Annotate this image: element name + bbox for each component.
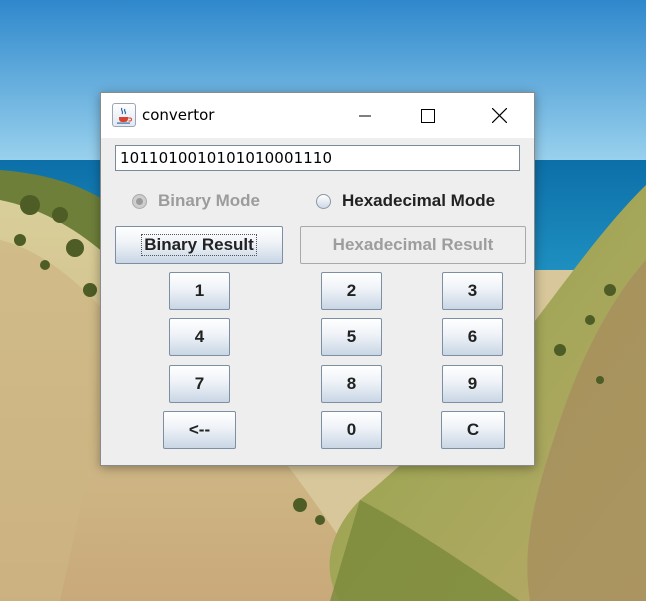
hexadecimal-mode-label: Hexadecimal Mode [342, 191, 496, 210]
key-4-button[interactable]: 4 [169, 318, 230, 356]
binary-mode-radio: Binary Mode [132, 190, 260, 212]
clear-button[interactable]: C [441, 411, 505, 449]
maximize-button[interactable] [405, 93, 451, 138]
close-icon [491, 108, 507, 123]
title-bar[interactable]: convertor [101, 93, 534, 138]
hexadecimal-mode-radio[interactable]: Hexadecimal Mode [316, 190, 495, 212]
close-button[interactable] [476, 93, 522, 138]
key-9-button[interactable]: 9 [442, 365, 503, 403]
binary-result-button[interactable]: Binary Result [115, 226, 283, 264]
binary-result-label: Binary Result [141, 234, 257, 256]
key-7-button[interactable]: 7 [169, 365, 230, 403]
key-0-button[interactable]: 0 [321, 411, 382, 449]
backspace-button[interactable]: <-- [163, 411, 236, 449]
number-input-field[interactable]: 1011010010101010001110 [115, 145, 520, 171]
key-5-button[interactable]: 5 [321, 318, 382, 356]
window-title: convertor [142, 106, 215, 124]
hexadecimal-result-button: Hexadecimal Result [300, 226, 526, 264]
minimize-icon [359, 115, 371, 116]
key-8-button[interactable]: 8 [321, 365, 382, 403]
key-6-button[interactable]: 6 [442, 318, 503, 356]
minimize-button[interactable] [342, 93, 388, 138]
binary-mode-label: Binary Mode [158, 191, 261, 210]
radio-selected-icon [132, 193, 147, 209]
maximize-icon [421, 108, 435, 123]
key-1-button[interactable]: 1 [169, 272, 230, 310]
convertor-window: convertor 1011010010101010001110 Binary … [100, 92, 535, 466]
key-3-button[interactable]: 3 [442, 272, 503, 310]
java-app-icon [112, 103, 136, 127]
radio-unselected-icon [316, 193, 331, 209]
key-2-button[interactable]: 2 [321, 272, 382, 310]
